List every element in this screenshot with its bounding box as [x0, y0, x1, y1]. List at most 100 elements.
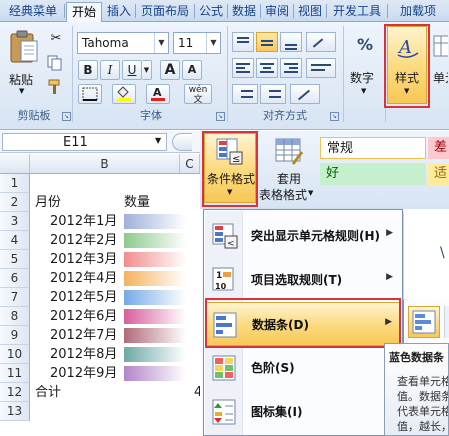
row-header[interactable]: 10 — [0, 345, 30, 364]
total-label-cell[interactable]: 合计 — [35, 383, 61, 402]
data-bar — [124, 328, 186, 343]
cut-button[interactable]: ✂ — [46, 30, 66, 48]
menu-item-top-bottom-rules[interactable]: 1 10 项目选取规则(T) ▶ — [205, 258, 401, 302]
paste-button[interactable]: 粘贴 ▼ — [4, 26, 42, 95]
header-quantity-cell[interactable]: 数量 — [124, 193, 150, 212]
align-bottom-button[interactable] — [280, 32, 302, 52]
column-header-b[interactable]: B — [30, 154, 180, 174]
header-month-cell[interactable]: 月份 — [35, 193, 61, 212]
row-header[interactable]: 5 — [0, 250, 30, 269]
font-color-button[interactable]: A — [146, 84, 170, 104]
clipboard-launcher-icon[interactable]: ↘ — [62, 112, 71, 121]
align-center-button[interactable] — [256, 58, 278, 78]
shrink-font-button[interactable]: A — [182, 60, 202, 80]
alignment-launcher-icon[interactable]: ↘ — [330, 112, 339, 121]
menu-item-icon-sets[interactable]: 图标集(I) ▶ — [205, 390, 401, 434]
number-format-button[interactable]: % 数字 ▼ — [346, 28, 382, 100]
tab-classic-menu[interactable]: 经典菜单 — [4, 2, 62, 22]
month-cell[interactable]: 2012年8月 — [50, 345, 117, 364]
month-cell[interactable]: 2012年7月 — [50, 326, 117, 345]
name-box[interactable]: E11 ▼ — [2, 133, 167, 151]
row-header[interactable]: 3 — [0, 212, 30, 231]
month-cell[interactable]: 2012年3月 — [50, 250, 117, 269]
tab-developer[interactable]: 开发工具 — [328, 2, 386, 22]
row-header[interactable]: 6 — [0, 269, 30, 288]
month-cell[interactable]: 2012年5月 — [50, 288, 117, 307]
tab-formulas[interactable]: 公式 — [196, 2, 226, 22]
brush-icon — [48, 79, 60, 94]
total-value-cell[interactable]: 4 — [194, 383, 200, 402]
orientation-button[interactable] — [290, 84, 320, 104]
decrease-indent-button[interactable] — [232, 84, 258, 104]
tab-page-layout[interactable]: 页面布局 — [137, 2, 193, 22]
number-label: 数字 — [350, 71, 375, 85]
copy-icon — [47, 55, 62, 71]
menu-item-color-scales[interactable]: 色阶(S) ▶ — [205, 346, 401, 390]
ribbon-panel: 粘贴 ▼ ✂ 剪贴板 ↘ Tahoma ▼ 11 ▼ B I U ▼ A A A… — [0, 22, 449, 130]
month-cell[interactable]: 2012年1月 — [50, 212, 117, 231]
table-format-label-top: 套用 — [277, 172, 302, 186]
format-painter-button[interactable] — [46, 78, 66, 96]
wrap-text-button[interactable] — [306, 58, 336, 78]
italic-button[interactable]: I — [100, 60, 120, 80]
tab-review[interactable]: 审阅 — [262, 2, 292, 22]
font-family-select[interactable]: Tahoma ▼ — [77, 32, 169, 54]
cell-style-bad[interactable]: 差 — [428, 137, 449, 159]
menu-item-highlight-rules[interactable]: < 突出显示单元格规则(H) ▶ — [205, 214, 401, 258]
row-header[interactable]: 4 — [0, 231, 30, 250]
chevron-down-icon: ▼ — [206, 33, 220, 53]
column-header-c[interactable]: C — [180, 154, 200, 174]
align-middle-button[interactable] — [256, 32, 278, 52]
blue-data-bar-option[interactable] — [408, 306, 440, 338]
blue-data-bar-icon — [412, 310, 436, 334]
font-size-select[interactable]: 11 ▼ — [173, 32, 221, 54]
row-header[interactable]: 1 — [0, 174, 30, 193]
copy-button[interactable] — [46, 54, 66, 72]
align-top-button[interactable] — [232, 32, 254, 52]
increase-indent-button[interactable] — [260, 84, 286, 104]
cell-style-good[interactable]: 好 — [320, 163, 426, 185]
green-data-bar-option[interactable] — [444, 306, 449, 338]
cell-style-neutral[interactable]: 适 — [428, 163, 449, 185]
cell-style-normal[interactable]: 常规 — [320, 137, 426, 159]
cells-button[interactable]: 单元 — [430, 28, 449, 100]
tab-home[interactable]: 开始 — [66, 2, 102, 22]
tab-addins[interactable]: 加载项 — [389, 2, 447, 22]
align-right-button[interactable] — [280, 58, 302, 78]
select-all-corner[interactable] — [0, 154, 30, 174]
row-header[interactable]: 13 — [0, 402, 30, 421]
row-header[interactable]: 9 — [0, 326, 30, 345]
border-icon — [82, 87, 98, 101]
tab-insert[interactable]: 插入 — [104, 2, 134, 22]
fx-insert-function-button[interactable] — [172, 133, 192, 151]
submenu-arrow-icon: ▶ — [386, 228, 393, 238]
row-header[interactable]: 2 — [0, 193, 30, 212]
borders-button[interactable] — [78, 84, 102, 104]
tab-data[interactable]: 数据 — [229, 2, 259, 22]
bold-button[interactable]: B — [78, 60, 98, 80]
align-left-button[interactable] — [232, 58, 254, 78]
underline-dropdown-icon[interactable]: ▼ — [142, 60, 152, 80]
month-cell[interactable]: 2012年2月 — [50, 231, 117, 250]
font-launcher-icon[interactable]: ↘ — [216, 112, 225, 121]
underline-button[interactable]: U — [122, 60, 142, 80]
clipboard-group-label: 剪贴板 — [17, 109, 51, 122]
phonetic-button[interactable]: wén 文 — [184, 84, 212, 105]
tab-view[interactable]: 视图 — [295, 2, 325, 22]
row-header[interactable]: 11 — [0, 364, 30, 383]
wrap-orientation-button[interactable] — [306, 32, 336, 52]
highlight-box-conditional-format — [202, 131, 258, 207]
row-header[interactable]: 7 — [0, 288, 30, 307]
alignment-group-label: 对齐方式 — [263, 109, 307, 122]
row-header[interactable]: 8 — [0, 307, 30, 326]
grow-font-button[interactable]: A — [160, 60, 180, 80]
month-cell[interactable]: 2012年9月 — [50, 364, 117, 383]
row-header[interactable]: 12 — [0, 383, 30, 402]
highlight-box-styles — [384, 24, 430, 108]
month-cell[interactable]: 2012年4月 — [50, 269, 117, 288]
format-as-table-button[interactable]: 套用 表格格式 ▼ — [259, 133, 316, 203]
data-bar — [124, 290, 186, 305]
table-format-icon — [275, 138, 303, 165]
month-cell[interactable]: 2012年6月 — [50, 307, 117, 326]
fill-color-button[interactable] — [112, 84, 136, 104]
